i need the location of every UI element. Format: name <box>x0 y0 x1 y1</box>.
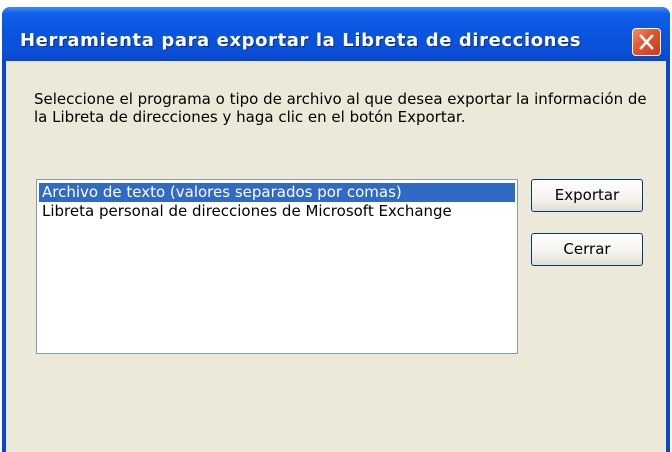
close-button[interactable]: Cerrar <box>531 233 643 266</box>
close-icon <box>639 34 654 50</box>
close-window-button[interactable] <box>632 28 661 56</box>
export-dialog: Herramienta para exportar la Libreta de … <box>2 7 670 452</box>
title-bar[interactable]: Herramienta para exportar la Libreta de … <box>2 7 670 61</box>
export-format-list[interactable]: Archivo de texto (valores separados por … <box>36 179 518 354</box>
list-item-csv[interactable]: Archivo de texto (valores separados por … <box>39 183 515 202</box>
window-title: Herramienta para exportar la Libreta de … <box>20 30 582 51</box>
export-button[interactable]: Exportar <box>531 179 643 212</box>
instructions-text: Seleccione el programa o tipo de archivo… <box>34 90 647 126</box>
list-item-exchange[interactable]: Libreta personal de direcciones de Micro… <box>39 202 515 221</box>
dialog-body: Seleccione el programa o tipo de archivo… <box>6 61 666 452</box>
